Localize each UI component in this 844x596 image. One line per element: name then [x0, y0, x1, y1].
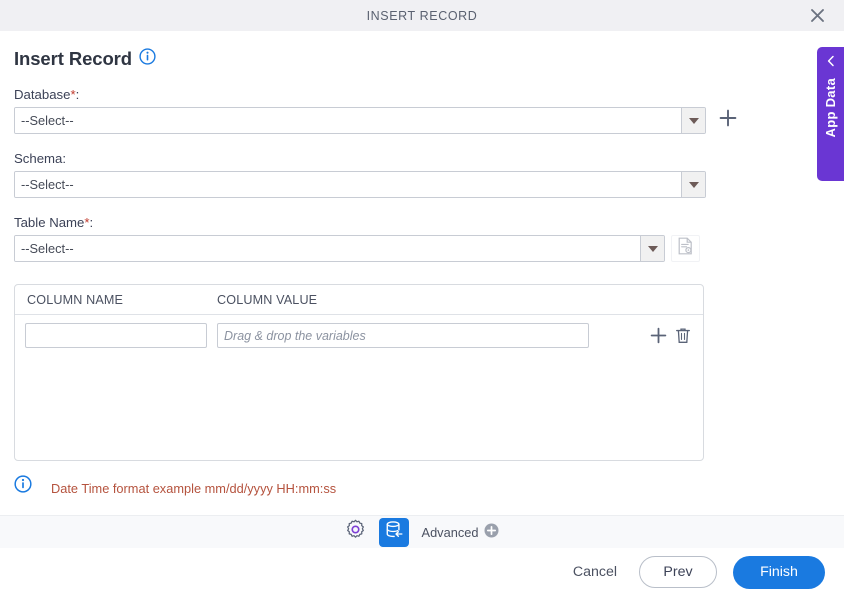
schema-label-colon: :: [62, 151, 67, 166]
column-header-column-name: COLUMN NAME: [27, 292, 124, 307]
table-name-label-colon: :: [89, 215, 94, 230]
database-label: Database*:: [14, 87, 830, 102]
advanced-label: Advanced: [421, 524, 479, 540]
app-data-tab-label: App Data: [823, 78, 838, 138]
cell-column-name: [15, 323, 217, 348]
info-circle-icon[interactable]: [139, 48, 156, 70]
window-titlebar: INSERT RECORD: [0, 0, 844, 31]
close-icon: [810, 8, 825, 23]
schema-select-value: --Select--: [15, 172, 681, 197]
bottom-toolbar: Advanced: [0, 515, 844, 548]
columns-table: COLUMN NAME COLUMN VALUE: [14, 284, 704, 461]
trash-icon: [676, 328, 690, 343]
dialog-footer: Cancel Prev Finish: [0, 548, 844, 596]
database-label-text: Database: [14, 87, 71, 102]
chevron-down-icon: [688, 181, 699, 188]
document-settings-icon: [677, 237, 694, 260]
schema-label: Schema:: [14, 151, 830, 166]
schema-row: --Select--: [14, 171, 830, 198]
table-name-label-text: Table Name: [14, 215, 85, 230]
table-row: [15, 315, 703, 348]
close-button[interactable]: [800, 0, 834, 31]
add-database-button[interactable]: [719, 109, 737, 132]
settings-button[interactable]: [345, 519, 366, 545]
datetime-hint: Date Time format example mm/dd/yyyy HH:m…: [14, 472, 830, 498]
columns-table-header-row: COLUMN NAME COLUMN VALUE: [15, 285, 703, 315]
chevron-left-icon: [826, 55, 836, 69]
schema-label-text: Schema: [14, 151, 63, 166]
dialog-content: Insert Record Database*: --Select-- Sche…: [0, 31, 844, 513]
database-insert-icon: [384, 520, 404, 545]
table-name-dropdown-button[interactable]: [640, 236, 664, 261]
chevron-down-icon: [688, 117, 699, 124]
gear-icon: [345, 519, 366, 545]
chevron-down-icon: [647, 245, 658, 252]
cancel-button[interactable]: Cancel: [567, 560, 623, 584]
cell-column-value: [217, 323, 650, 348]
plus-icon: [719, 109, 737, 132]
plus-icon: [650, 327, 667, 344]
column-name-input[interactable]: [25, 323, 207, 348]
info-circle-icon[interactable]: [14, 472, 32, 498]
table-name-select-value: --Select--: [15, 236, 640, 261]
prev-button[interactable]: Prev: [639, 556, 717, 588]
table-name-row: --Select--: [14, 235, 830, 262]
database-select[interactable]: --Select--: [14, 107, 706, 134]
page-header: Insert Record: [14, 31, 830, 70]
schema-select[interactable]: --Select--: [14, 171, 706, 198]
column-value-input[interactable]: [217, 323, 589, 348]
table-config-button: [671, 235, 700, 262]
database-label-colon: :: [75, 87, 80, 102]
row-actions: [650, 327, 703, 344]
datetime-hint-text: Date Time format example mm/dd/yyyy HH:m…: [51, 481, 337, 496]
delete-row-button[interactable]: [675, 327, 691, 344]
page-title: Insert Record: [14, 48, 132, 69]
table-name-select[interactable]: --Select--: [14, 235, 665, 262]
insert-record-button[interactable]: [378, 517, 409, 547]
app-data-tab[interactable]: App Data: [817, 47, 844, 181]
database-select-value: --Select--: [15, 108, 681, 133]
plus-circle-icon: [484, 523, 499, 541]
finish-button[interactable]: Finish: [733, 555, 825, 589]
column-header-column-value: COLUMN VALUE: [217, 292, 318, 307]
window-title: INSERT RECORD: [366, 8, 478, 23]
schema-dropdown-button[interactable]: [681, 172, 705, 197]
add-row-button[interactable]: [650, 327, 667, 344]
advanced-button[interactable]: Advanced: [422, 523, 500, 541]
table-name-label: Table Name*:: [14, 215, 830, 230]
database-dropdown-button[interactable]: [681, 108, 705, 133]
database-row: --Select--: [14, 107, 830, 134]
